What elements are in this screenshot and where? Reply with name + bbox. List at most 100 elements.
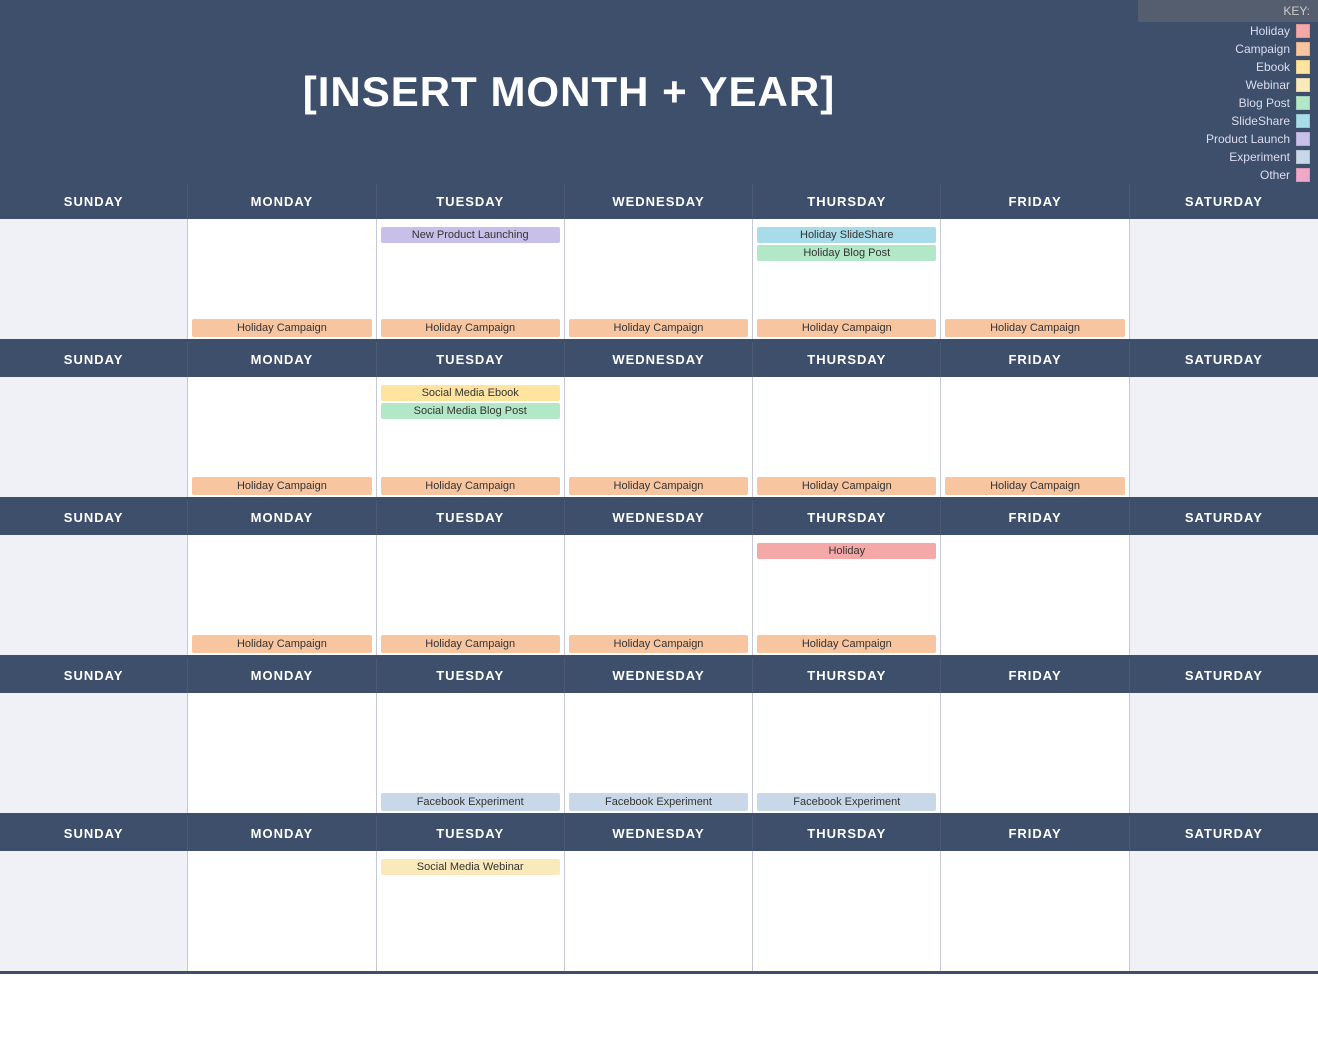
bottom-tag-w2-d3: Holiday Campaign: [569, 635, 748, 653]
event-tag-w4-d2-e0: Social Media Webinar: [381, 859, 560, 875]
top-events-w0-d2: New Product Launching: [381, 227, 560, 243]
day-header-wednesday: WEDNESDAY: [565, 342, 753, 377]
bottom-tag-w0-d5: Holiday Campaign: [945, 319, 1124, 337]
bottom-tag-w2-d4: Holiday Campaign: [757, 635, 936, 653]
day-cell-w4-d3: [565, 851, 753, 971]
day-cell-w0-d0: [0, 219, 188, 339]
day-cell-w1-d4: Holiday Campaign: [753, 377, 941, 497]
week-row-1: Holiday CampaignSocial Media EbookSocial…: [0, 377, 1318, 500]
event-tag-w1-d2-e1: Social Media Blog Post: [381, 403, 560, 419]
day-cell-w3-d2: Facebook Experiment: [377, 693, 565, 813]
day-header-sunday: SUNDAY: [0, 816, 188, 851]
day-header-wednesday: WEDNESDAY: [565, 500, 753, 535]
day-cell-w4-d1: [188, 851, 376, 971]
day-cell-w0-d2: New Product LaunchingHoliday Campaign: [377, 219, 565, 339]
event-tag-w0-d2-e0: New Product Launching: [381, 227, 560, 243]
key-label-webinar: Webinar: [1246, 78, 1290, 92]
key-item-launch: Product Launch: [1138, 130, 1318, 148]
week-header-2: SUNDAYMONDAYTUESDAYWEDNESDAYTHURSDAYFRID…: [0, 500, 1318, 535]
week-header-3: SUNDAYMONDAYTUESDAYWEDNESDAYTHURSDAYFRID…: [0, 658, 1318, 693]
day-cell-w0-d1: Holiday Campaign: [188, 219, 376, 339]
week-header-0: SUNDAYMONDAYTUESDAYWEDNESDAYTHURSDAYFRID…: [0, 184, 1318, 219]
day-cell-w1-d6: [1130, 377, 1318, 497]
day-cell-w2-d2: Holiday Campaign: [377, 535, 565, 655]
day-cell-w3-d4: Facebook Experiment: [753, 693, 941, 813]
day-header-saturday: SATURDAY: [1130, 500, 1318, 535]
day-header-wednesday: WEDNESDAY: [565, 816, 753, 851]
day-cell-w1-d2: Social Media EbookSocial Media Blog Post…: [377, 377, 565, 497]
day-cell-w1-d1: Holiday Campaign: [188, 377, 376, 497]
key-color-campaign: [1296, 42, 1310, 56]
day-header-saturday: SATURDAY: [1130, 342, 1318, 377]
day-cell-w4-d6: [1130, 851, 1318, 971]
bottom-tag-w0-d3: Holiday Campaign: [569, 319, 748, 337]
bottom-tag-w1-d3: Holiday Campaign: [569, 477, 748, 495]
day-header-saturday: SATURDAY: [1130, 184, 1318, 219]
key-panel: KEY: HolidayCampaignEbookWebinarBlog Pos…: [1138, 0, 1318, 184]
key-label-other: Other: [1260, 168, 1290, 182]
day-cell-w2-d1: Holiday Campaign: [188, 535, 376, 655]
day-header-tuesday: TUESDAY: [377, 658, 565, 693]
week-row-2: Holiday CampaignHoliday CampaignHoliday …: [0, 535, 1318, 658]
key-item-other: Other: [1138, 166, 1318, 184]
day-header-sunday: SUNDAY: [0, 500, 188, 535]
day-cell-w2-d3: Holiday Campaign: [565, 535, 753, 655]
day-header-monday: MONDAY: [188, 500, 376, 535]
day-header-saturday: SATURDAY: [1130, 658, 1318, 693]
key-item-campaign: Campaign: [1138, 40, 1318, 58]
day-cell-w0-d5: Holiday Campaign: [941, 219, 1129, 339]
week-row-4: Social Media Webinar: [0, 851, 1318, 974]
day-header-tuesday: TUESDAY: [377, 342, 565, 377]
bottom-tag-w3-d3: Facebook Experiment: [569, 793, 748, 811]
day-header-thursday: THURSDAY: [753, 184, 941, 219]
key-color-launch: [1296, 132, 1310, 146]
day-header-saturday: SATURDAY: [1130, 816, 1318, 851]
key-color-webinar: [1296, 78, 1310, 92]
key-label-slideshare: SlideShare: [1231, 114, 1290, 128]
day-cell-w1-d0: [0, 377, 188, 497]
day-header-sunday: SUNDAY: [0, 342, 188, 377]
key-label-holiday: Holiday: [1250, 24, 1290, 38]
bottom-tag-w1-d5: Holiday Campaign: [945, 477, 1124, 495]
day-cell-w3-d5: [941, 693, 1129, 813]
day-header-friday: FRIDAY: [941, 816, 1129, 851]
key-label-campaign: Campaign: [1235, 42, 1290, 56]
week-header-1: SUNDAYMONDAYTUESDAYWEDNESDAYTHURSDAYFRID…: [0, 342, 1318, 377]
day-cell-w0-d3: Holiday Campaign: [565, 219, 753, 339]
day-header-wednesday: WEDNESDAY: [565, 658, 753, 693]
day-cell-w4-d0: [0, 851, 188, 971]
week-row-3: Facebook Experiment Facebook Experiment Fa…: [0, 693, 1318, 816]
day-header-monday: MONDAY: [188, 658, 376, 693]
event-tag-w2-d4-e0: Holiday: [757, 543, 936, 559]
key-label-blogpost: Blog Post: [1239, 96, 1290, 110]
day-header-tuesday: TUESDAY: [377, 500, 565, 535]
day-cell-w1-d3: Holiday Campaign: [565, 377, 753, 497]
key-item-holiday: Holiday: [1138, 22, 1318, 40]
top-events-w0-d4: Holiday SlideShareHoliday Blog Post: [757, 227, 936, 261]
day-header-tuesday: TUESDAY: [377, 816, 565, 851]
key-color-other: [1296, 168, 1310, 182]
day-header-thursday: THURSDAY: [753, 658, 941, 693]
event-tag-w0-d4-e1: Holiday Blog Post: [757, 245, 936, 261]
header-row: [INSERT MONTH + YEAR] KEY: HolidayCampai…: [0, 0, 1318, 184]
calendar-app: [INSERT MONTH + YEAR] KEY: HolidayCampai…: [0, 0, 1318, 974]
day-cell-w0-d4: Holiday SlideShareHoliday Blog PostHolid…: [753, 219, 941, 339]
key-item-webinar: Webinar: [1138, 76, 1318, 94]
bottom-tag-w0-d4: Holiday Campaign: [757, 319, 936, 337]
bottom-tag-w2-d1: Holiday Campaign: [192, 635, 371, 653]
bottom-tag-w3-d2: Facebook Experiment: [381, 793, 560, 811]
key-label-ebook: Ebook: [1256, 60, 1290, 74]
day-header-friday: FRIDAY: [941, 500, 1129, 535]
day-cell-w3-d6: [1130, 693, 1318, 813]
key-label-launch: Product Launch: [1206, 132, 1290, 146]
day-cell-w3-d0: [0, 693, 188, 813]
key-color-blogpost: [1296, 96, 1310, 110]
day-cell-w2-d0: [0, 535, 188, 655]
day-header-sunday: SUNDAY: [0, 184, 188, 219]
bottom-tag-w3-d4: Facebook Experiment: [757, 793, 936, 811]
key-color-ebook: [1296, 60, 1310, 74]
key-color-experiment: [1296, 150, 1310, 164]
day-header-friday: FRIDAY: [941, 342, 1129, 377]
day-header-thursday: THURSDAY: [753, 342, 941, 377]
header-title-area: [INSERT MONTH + YEAR]: [0, 0, 1138, 184]
